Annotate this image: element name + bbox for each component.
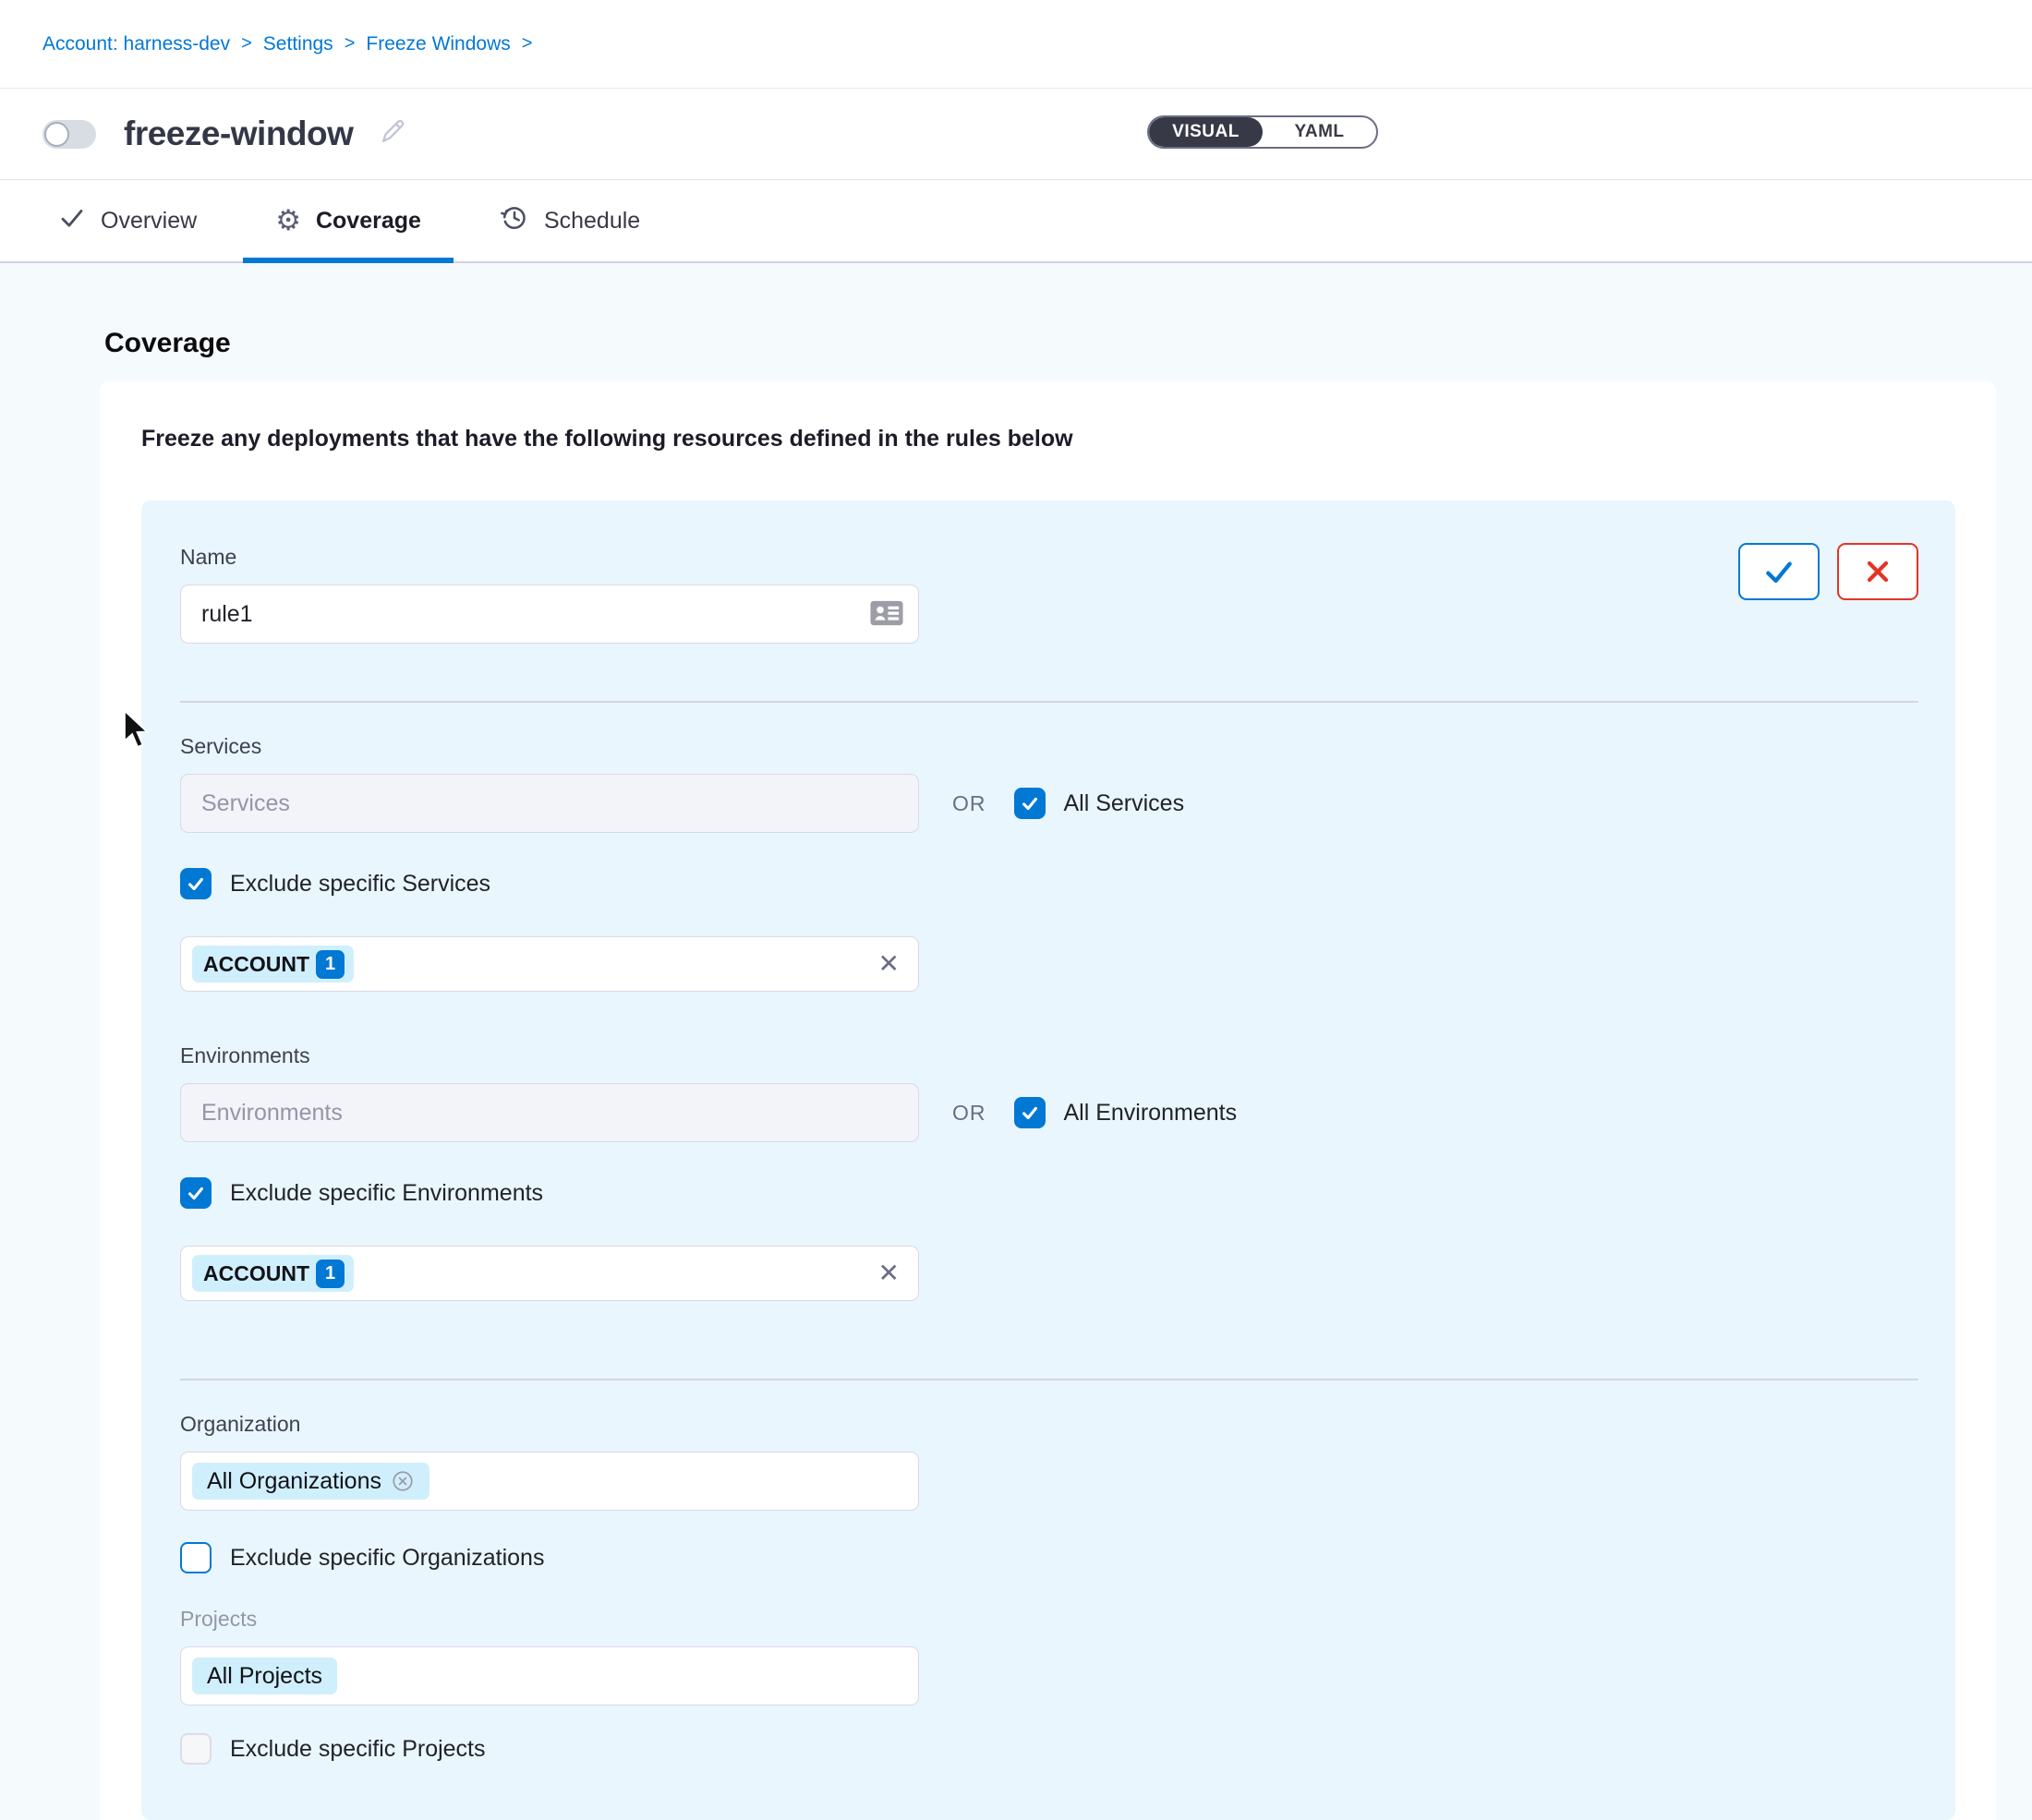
tab-label: Coverage: [316, 208, 421, 235]
excluded-services-field[interactable]: ACCOUNT 1 ✕: [180, 936, 919, 992]
exclude-services-label: Exclude specific Services: [230, 871, 490, 898]
breadcrumb-freeze-windows-link[interactable]: Freeze Windows: [366, 33, 510, 55]
schedule-icon: [500, 203, 529, 239]
or-label: OR: [952, 791, 986, 816]
tab-coverage[interactable]: ⚙ Coverage: [243, 180, 454, 261]
exclude-environments-checkbox[interactable]: [180, 1177, 212, 1209]
name-label: Name: [180, 545, 1917, 570]
toggle-knob: [44, 122, 69, 147]
section-divider: [180, 1379, 1918, 1380]
yaml-toggle-button[interactable]: YAML: [1263, 117, 1376, 147]
exclude-projects-checkbox[interactable]: [180, 1733, 212, 1765]
tab-label: Overview: [101, 208, 197, 235]
environments-label: Environments: [180, 1043, 1917, 1068]
close-icon: [1861, 555, 1894, 588]
chip-label: ACCOUNT: [203, 1261, 309, 1286]
apply-rule-button[interactable]: [1738, 543, 1820, 600]
services-input[interactable]: [180, 774, 919, 833]
check-icon: [186, 874, 206, 894]
chip-label: ACCOUNT: [203, 952, 309, 977]
organization-field[interactable]: All Organizations: [180, 1452, 919, 1511]
breadcrumb-separator: >: [522, 33, 533, 54]
excluded-environments-chip[interactable]: ACCOUNT 1: [192, 1255, 354, 1292]
all-environments-label: All Environments: [1064, 1100, 1238, 1127]
freeze-rule-panel: Name Services: [141, 500, 1955, 1820]
exclude-organizations-checkbox[interactable]: [180, 1542, 212, 1573]
excluded-environments-field[interactable]: ACCOUNT 1 ✕: [180, 1246, 919, 1301]
page-title: freeze-window: [124, 115, 353, 153]
organization-label: Organization: [180, 1412, 1917, 1437]
edit-title-icon[interactable]: [377, 116, 408, 152]
breadcrumb-settings-link[interactable]: Settings: [263, 33, 333, 55]
or-label: OR: [952, 1101, 986, 1126]
all-organizations-chip[interactable]: All Organizations: [192, 1463, 429, 1500]
id-card-icon: [869, 597, 904, 633]
all-services-checkbox[interactable]: [1014, 788, 1046, 819]
check-icon: [58, 204, 86, 238]
coverage-heading: Coverage: [104, 328, 2032, 359]
delete-rule-button[interactable]: [1837, 543, 1918, 600]
coverage-card: Freeze any deployments that have the fol…: [100, 381, 1996, 1820]
rule-name-input[interactable]: [180, 585, 919, 644]
visual-yaml-toggle: VISUAL YAML: [1147, 115, 1378, 149]
excluded-services-chip[interactable]: ACCOUNT 1: [192, 946, 354, 982]
mouse-cursor: [121, 709, 152, 756]
check-icon: [1020, 1103, 1040, 1123]
active-tab-underline: [243, 258, 454, 263]
projects-label: Projects: [180, 1607, 1917, 1632]
environments-input[interactable]: [180, 1083, 919, 1142]
all-services-label: All Services: [1064, 790, 1185, 817]
breadcrumb: Account: harness-dev > Settings > Freeze…: [0, 0, 2032, 89]
check-icon: [186, 1183, 206, 1203]
check-icon: [1760, 553, 1797, 590]
gear-icon: ⚙: [275, 207, 301, 235]
chip-label: All Organizations: [207, 1468, 381, 1495]
coverage-page: Coverage Freeze any deployments that hav…: [0, 328, 2032, 1820]
breadcrumb-separator: >: [345, 33, 356, 54]
chip-count-badge: 1: [316, 950, 345, 979]
check-icon: [1020, 793, 1040, 814]
chip-count-badge: 1: [316, 1260, 345, 1288]
all-environments-checkbox[interactable]: [1014, 1097, 1046, 1128]
rule-actions: [1738, 543, 1918, 600]
breadcrumb-account-link[interactable]: Account: harness-dev: [42, 33, 230, 55]
clear-services-icon[interactable]: ✕: [878, 951, 900, 977]
clear-environments-icon[interactable]: ✕: [878, 1260, 900, 1286]
projects-field[interactable]: All Projects: [180, 1646, 919, 1705]
tab-label: Schedule: [544, 208, 640, 235]
chip-label: All Projects: [207, 1663, 322, 1690]
tab-bar: Overview ⚙ Coverage Schedule: [0, 180, 2032, 263]
freeze-enabled-toggle[interactable]: [42, 120, 96, 149]
visual-toggle-button[interactable]: VISUAL: [1149, 117, 1263, 147]
remove-chip-icon[interactable]: [391, 1469, 415, 1493]
tab-overview[interactable]: Overview: [26, 180, 229, 261]
exclude-projects-label: Exclude specific Projects: [230, 1736, 486, 1763]
exclude-environments-label: Exclude specific Environments: [230, 1180, 543, 1207]
services-label: Services: [180, 734, 1917, 759]
all-projects-chip: All Projects: [192, 1657, 337, 1694]
tab-schedule[interactable]: Schedule: [467, 180, 672, 261]
section-divider: [180, 701, 1918, 703]
breadcrumb-separator: >: [241, 33, 252, 54]
exclude-organizations-label: Exclude specific Organizations: [230, 1545, 544, 1572]
exclude-services-checkbox[interactable]: [180, 868, 212, 899]
coverage-description: Freeze any deployments that have the fol…: [141, 426, 1954, 452]
title-bar: freeze-window VISUAL YAML: [0, 89, 2032, 180]
